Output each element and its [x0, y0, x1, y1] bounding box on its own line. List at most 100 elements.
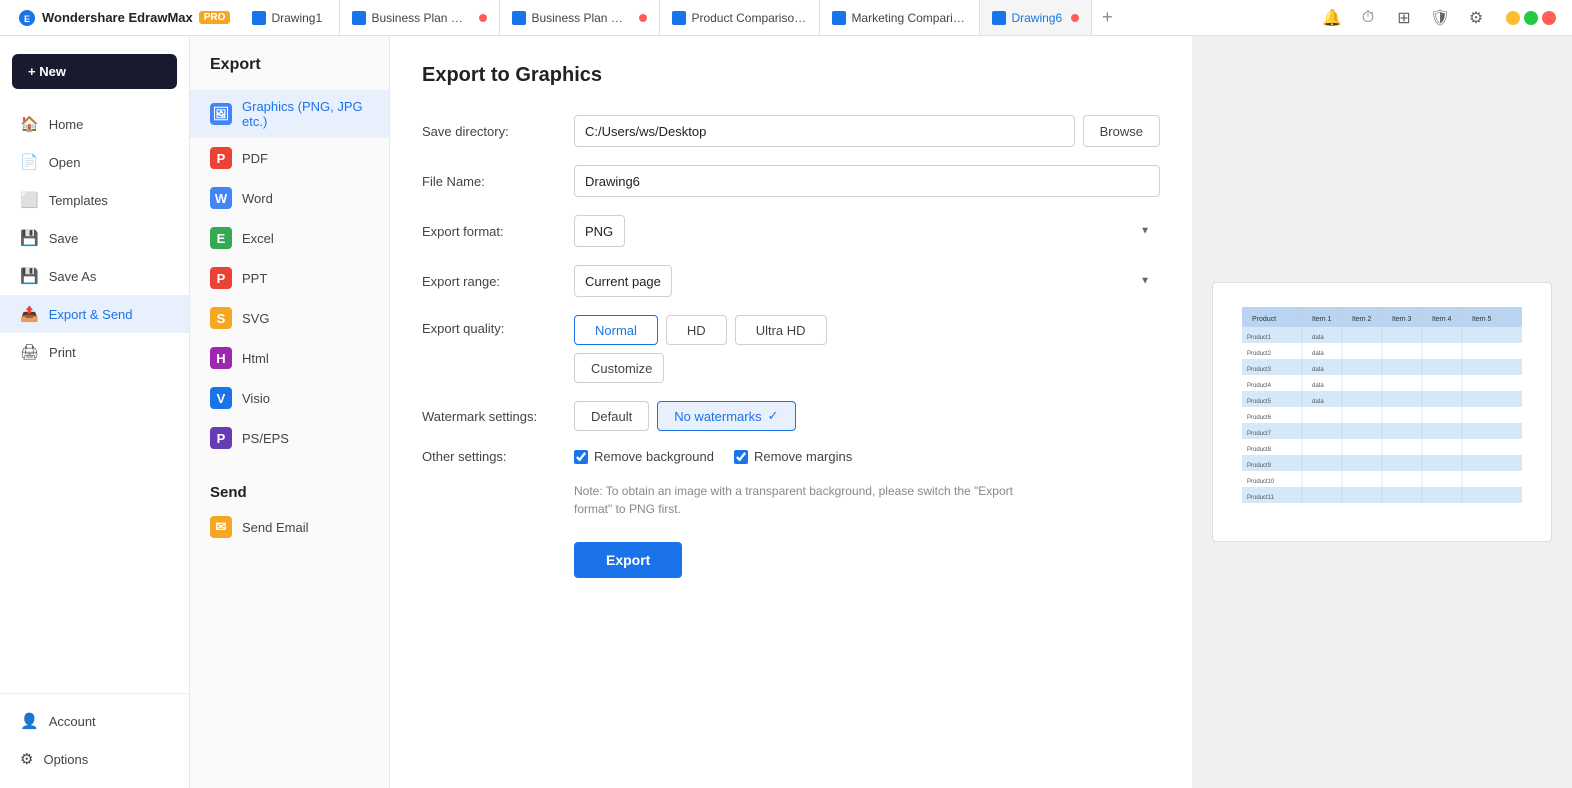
export-item-pseps[interactable]: PPS/EPS	[190, 418, 389, 458]
sidebar-item-home[interactable]: 🏠 Home	[0, 105, 189, 143]
export-format-label: Export format:	[422, 224, 562, 239]
app-icon: E	[18, 9, 36, 27]
svg-text:Product6: Product6	[1247, 415, 1272, 421]
other-settings-label: Other settings:	[422, 449, 562, 464]
export-format-select[interactable]: PNG JPG BMP	[574, 215, 625, 247]
new-tab-button[interactable]: +	[1092, 7, 1123, 28]
sidebar-footer-account[interactable]: 👤Account	[0, 702, 189, 740]
sidebar: + New 🏠 Home 📄 Open ⬜ Templates 💾Save💾Save As📤…	[0, 36, 190, 788]
tab-close-drawing6[interactable]	[1071, 14, 1079, 22]
export-form: Export to Graphics Save directory: Brows…	[390, 36, 1192, 788]
export-items-section: 🖼Graphics (PNG, JPG etc.)PPDF W Word EExcel…	[190, 90, 389, 474]
export-item-visio[interactable]: VVisio	[190, 378, 389, 418]
browse-button[interactable]: Browse	[1083, 115, 1160, 147]
export-item-graphics[interactable]: 🖼Graphics (PNG, JPG etc.)	[190, 90, 389, 138]
tab-close-business1[interactable]	[479, 14, 487, 22]
export-label-html: Html	[242, 351, 269, 366]
export-item-pdf[interactable]: PPDF	[190, 138, 389, 178]
sidebar-item-export[interactable]: 📤Export & Send	[0, 295, 189, 333]
svg-text:Item 4: Item 4	[1432, 316, 1452, 323]
content-area: Export 🖼Graphics (PNG, JPG etc.)PPDF W Wor…	[190, 36, 1572, 788]
remove-margins-label[interactable]: Remove margins	[734, 449, 852, 464]
export-quality-control: Normal HD Ultra HD Customize	[574, 315, 1160, 383]
svg-text:Product5: Product5	[1247, 399, 1272, 405]
remove-margins-text: Remove margins	[754, 449, 852, 464]
export-label-visio: Visio	[242, 391, 270, 406]
export-range-select[interactable]: Current page All pages	[574, 265, 672, 297]
file-name-label: File Name:	[422, 174, 562, 189]
settings-icon[interactable]: ⚙	[1462, 4, 1490, 32]
export-format-control: PNG JPG BMP	[574, 215, 1160, 247]
export-icon-svg: S	[210, 307, 232, 329]
remove-background-checkbox[interactable]	[574, 450, 588, 464]
sidebar-item-saveas[interactable]: 💾Save As	[0, 257, 189, 295]
sidebar-icon-templates: ⬜	[20, 191, 39, 209]
tab-icon-business1	[352, 11, 366, 25]
window-controls	[1506, 11, 1556, 25]
watermark-btn-nowatermark[interactable]: No watermarks✓	[657, 401, 795, 431]
export-icon-graphics: 🖼	[210, 103, 232, 125]
titlebar: E Wondershare EdrawMax PRO Drawing1 Busin…	[0, 0, 1572, 36]
export-label-word: Word	[242, 191, 273, 206]
minimize-button[interactable]	[1506, 11, 1520, 25]
svg-text:data: data	[1312, 383, 1324, 389]
tab-close-business2[interactable]	[639, 14, 647, 22]
export-item-excel[interactable]: EExcel	[190, 218, 389, 258]
sidebar-icon-open: 📄	[20, 153, 39, 171]
watermark-btn-default[interactable]: Default	[574, 401, 649, 431]
tab-label-business1: Business Plan Co...	[371, 11, 470, 25]
watermark-label: Watermark settings:	[422, 409, 562, 424]
remove-margins-checkbox[interactable]	[734, 450, 748, 464]
tab-product[interactable]: Product Comparison...	[660, 0, 820, 35]
maximize-button[interactable]	[1524, 11, 1538, 25]
titlebar-actions: 🔔 ⏱ ⊞ 🛡 ⚙	[1318, 4, 1564, 32]
save-directory-input[interactable]	[574, 115, 1075, 147]
export-item-ppt[interactable]: PPPT	[190, 258, 389, 298]
export-button[interactable]: Export	[574, 542, 682, 578]
sidebar-footer-options[interactable]: ⚙Options	[0, 740, 189, 778]
sidebar-label-open: Open	[49, 155, 81, 170]
preview-box: Product Item 1 Item 2 Item 3 Item 4 Item…	[1212, 282, 1552, 542]
export-item-svg[interactable]: SSVG	[190, 298, 389, 338]
svg-text:Item 1: Item 1	[1312, 316, 1332, 323]
quality-btn-normal[interactable]: Normal	[574, 315, 658, 345]
close-button[interactable]	[1542, 11, 1556, 25]
export-icon-word: W	[210, 187, 232, 209]
export-item-word[interactable]: W Word	[190, 178, 389, 218]
svg-text:Item 5: Item 5	[1472, 316, 1492, 323]
preview-panel: Product Item 1 Item 2 Item 3 Item 4 Item…	[1192, 36, 1572, 788]
send-item-email[interactable]: ✉Send Email	[190, 507, 389, 547]
tab-drawing1[interactable]: Drawing1	[240, 0, 340, 35]
sidebar-label-saveas: Save As	[49, 269, 97, 284]
sidebar-label-home: Home	[49, 117, 84, 132]
file-name-control	[574, 165, 1160, 197]
pro-badge: PRO	[199, 11, 231, 24]
tab-marketing[interactable]: Marketing Comparis...	[820, 0, 980, 35]
sidebar-item-templates[interactable]: ⬜ Templates	[0, 181, 189, 219]
new-button[interactable]: + New	[12, 54, 177, 89]
remove-background-label[interactable]: Remove background	[574, 449, 714, 464]
sidebar-icon-home: 🏠	[20, 115, 39, 133]
app-name: Wondershare EdrawMax	[42, 10, 193, 25]
sidebar-item-open[interactable]: 📄 Open	[0, 143, 189, 181]
timer-icon[interactable]: ⏱	[1354, 4, 1382, 32]
customize-button[interactable]: Customize	[574, 353, 664, 383]
quality-btn-hd[interactable]: HD	[666, 315, 727, 345]
sidebar-item-save[interactable]: 💾Save	[0, 219, 189, 257]
notification-icon[interactable]: 🔔	[1318, 4, 1346, 32]
export-item-html[interactable]: HHtml	[190, 338, 389, 378]
shield-icon[interactable]: 🛡	[1426, 4, 1454, 32]
tab-icon-drawing1	[252, 11, 266, 25]
tab-drawing6[interactable]: Drawing6	[980, 0, 1092, 35]
sidebar-label-templates: Templates	[49, 193, 108, 208]
tab-business1[interactable]: Business Plan Co...	[340, 0, 500, 35]
grid-icon[interactable]: ⊞	[1390, 4, 1418, 32]
file-name-input[interactable]	[574, 165, 1160, 197]
quality-btn-ultrahd[interactable]: Ultra HD	[735, 315, 827, 345]
remove-background-text: Remove background	[594, 449, 714, 464]
export-range-label: Export range:	[422, 274, 562, 289]
tab-label-drawing1: Drawing1	[271, 11, 327, 25]
sidebar-item-print[interactable]: 🖨Print	[0, 333, 189, 371]
sidebar-label-print: Print	[49, 345, 76, 360]
tab-business2[interactable]: Business Plan Co...	[500, 0, 660, 35]
